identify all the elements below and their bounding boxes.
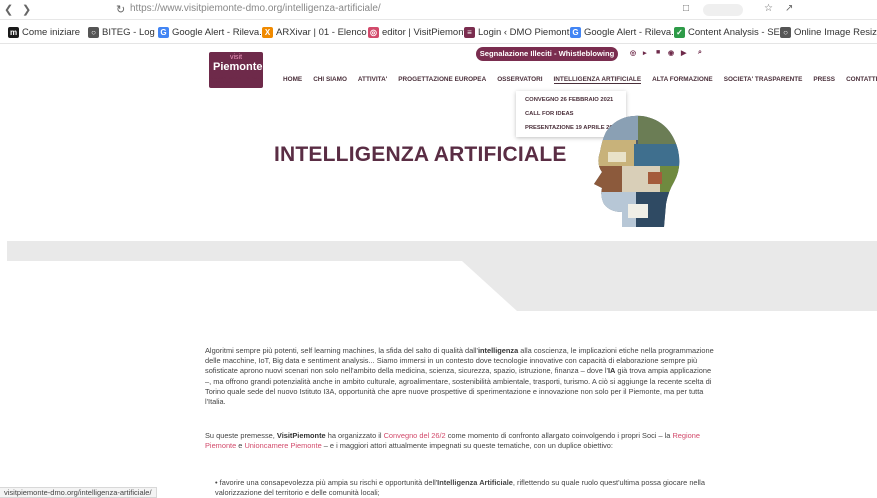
premise-brand: VisitPiemonte <box>276 431 326 440</box>
submenu-item-convegno[interactable]: CONVEGNO 26 FEBBRAIO 2021 <box>525 97 613 103</box>
bookmark-label: editor | VisitPiemonte <box>382 27 472 38</box>
premise-text-c: come momento di confronto allargato coin… <box>445 431 673 440</box>
bookmark-item[interactable]: ○Online Image Resizer ... <box>780 27 877 38</box>
google-icon: G <box>158 27 169 38</box>
unioncamere-link[interactable]: Unioncamere Piemonte <box>244 441 321 450</box>
address-bar-area: ❮ ❯ ↻ https://www.visitpiemonte-dmo.org/… <box>0 0 877 20</box>
m-icon: m <box>8 27 19 38</box>
bookmark-label: Online Image Resizer ... <box>794 27 877 38</box>
globe-icon: ○ <box>780 27 791 38</box>
premise-text-a: Su queste premesse, <box>205 431 277 440</box>
bookmark-label: Google Alert - Rileva... <box>172 27 268 38</box>
bookmark-item[interactable]: ≡ Login ‹ DMO Piemont... <box>464 27 577 38</box>
bars-icon: ≡ <box>464 27 475 38</box>
premise-text-e: – e i maggiori attori attualmente impegn… <box>321 441 613 451</box>
bookmark-label: Login ‹ DMO Piemont... <box>478 27 578 38</box>
bookmark-label: Content Analysis - SE... <box>688 27 788 38</box>
convegno-link[interactable]: Convegno del 26/2 <box>384 431 446 440</box>
ai-head-collage-image <box>594 115 680 227</box>
zoom-indicator[interactable] <box>703 4 743 16</box>
logo-top-text: visit <box>229 54 243 61</box>
share-icon[interactable]: ↗ <box>785 3 793 14</box>
instagram-icon[interactable]: ◎ <box>630 49 636 57</box>
premise-paragraph: Su queste premesse, VisitPiemonte ha org… <box>205 431 715 451</box>
intro-text-1: Algoritmi sempre più potenti, self learn… <box>205 346 478 355</box>
check-icon: ✓ <box>674 27 685 38</box>
youtube-icon[interactable]: ▶ <box>681 49 686 57</box>
bookmark-item[interactable]: ○ BITEG - Log In <box>88 27 165 38</box>
linkedin-icon[interactable]: ■ <box>656 49 660 56</box>
nav-item[interactable]: OSSERVATORI <box>497 76 542 84</box>
whistleblowing-button[interactable]: Segnalazione Illeciti - Whistleblowing <box>476 47 618 61</box>
url-field[interactable]: https://www.visitpiemonte-dmo.org/intell… <box>130 3 381 14</box>
nav-item[interactable]: CONTATTI <box>846 76 877 84</box>
bookmark-item[interactable]: ✓ Content Analysis - SE... <box>674 27 788 38</box>
bookmark-label: ARXivar | 01 - Elenco ... <box>276 27 378 38</box>
bookmark-item[interactable]: ◎ editor | VisitPiemonte <box>368 27 471 38</box>
twitter-icon[interactable]: ▸ <box>643 49 647 57</box>
bookmark-label: Google Alert - Rileva... <box>584 27 680 38</box>
circle-icon: ◎ <box>368 27 379 38</box>
nav-item[interactable]: INTELLIGENZA ARTIFICIALE <box>553 76 642 84</box>
bookmark-item[interactable]: m Come iniziare <box>8 27 80 38</box>
bookmark-label: Come iniziare <box>22 27 81 38</box>
forward-icon[interactable]: ❯ <box>22 3 31 16</box>
objective-bullet-1: • favorire una consapevolezza più ampia … <box>215 478 705 497</box>
bookmark-label: BITEG - Log In <box>102 27 166 38</box>
bullet-text-a: favorire una consapevolezza più ampia su… <box>219 478 438 487</box>
status-bar-url: visitpiemonte-dmo.org/intelligenza-artif… <box>0 487 157 498</box>
bookmark-item[interactable]: G Google Alert - Rileva... <box>570 27 679 38</box>
x-mark-icon: X <box>262 27 273 38</box>
main-navigation: HOME CHI SIAMO ATTIVITA' PROGETTAZIONE EURO… <box>283 76 877 84</box>
nav-item[interactable]: PROGETTAZIONE EUROPEA <box>398 76 486 84</box>
bookmarks-bar: m Come iniziare ○ BITEG - Log In G Google Ale… <box>0 22 877 44</box>
nav-item[interactable]: HOME <box>283 76 302 84</box>
premise-text-b: ha organizzato il <box>325 431 384 440</box>
band-diagonal-shape <box>7 261 517 311</box>
nav-item[interactable]: SOCIETA' TRASPARENTE <box>724 76 803 84</box>
submenu-item-call-for-ideas[interactable]: CALL FOR IDEAS <box>525 111 574 117</box>
bookmark-item[interactable]: X ARXivar | 01 - Elenco ... <box>262 27 377 38</box>
back-icon[interactable]: ❮ <box>4 3 13 16</box>
bookmark-item[interactable]: G Google Alert - Rileva... <box>158 27 267 38</box>
intro-strong-1: intelligenza <box>477 346 519 355</box>
nav-item[interactable]: CHI SIAMO <box>313 76 347 84</box>
nav-item[interactable]: ATTIVITA' <box>358 76 387 84</box>
bullet-strong: Intelligenza Artificiale <box>437 478 513 487</box>
page-title: INTELLIGENZA ARTIFICIALE <box>274 143 567 166</box>
star-icon[interactable]: ☆ <box>764 3 773 14</box>
logo-main-text: Piemonte <box>213 61 263 73</box>
tab-icon[interactable]: □ <box>683 3 689 14</box>
nav-item[interactable]: ALTA FORMAZIONE <box>652 76 713 84</box>
intro-paragraph: Algoritmi sempre più potenti, self learn… <box>205 346 715 407</box>
nav-item[interactable]: PRESS <box>813 76 835 84</box>
google-icon: G <box>570 27 581 38</box>
globe-icon: ○ <box>88 27 99 38</box>
flickr-icon[interactable]: ◉ <box>668 49 674 57</box>
logo-subtitle: REGIONAL MARKETING AND PROMOTION <box>209 76 260 84</box>
search-icon[interactable]: ⌕ <box>698 49 702 57</box>
reload-icon[interactable]: ↻ <box>116 3 125 16</box>
